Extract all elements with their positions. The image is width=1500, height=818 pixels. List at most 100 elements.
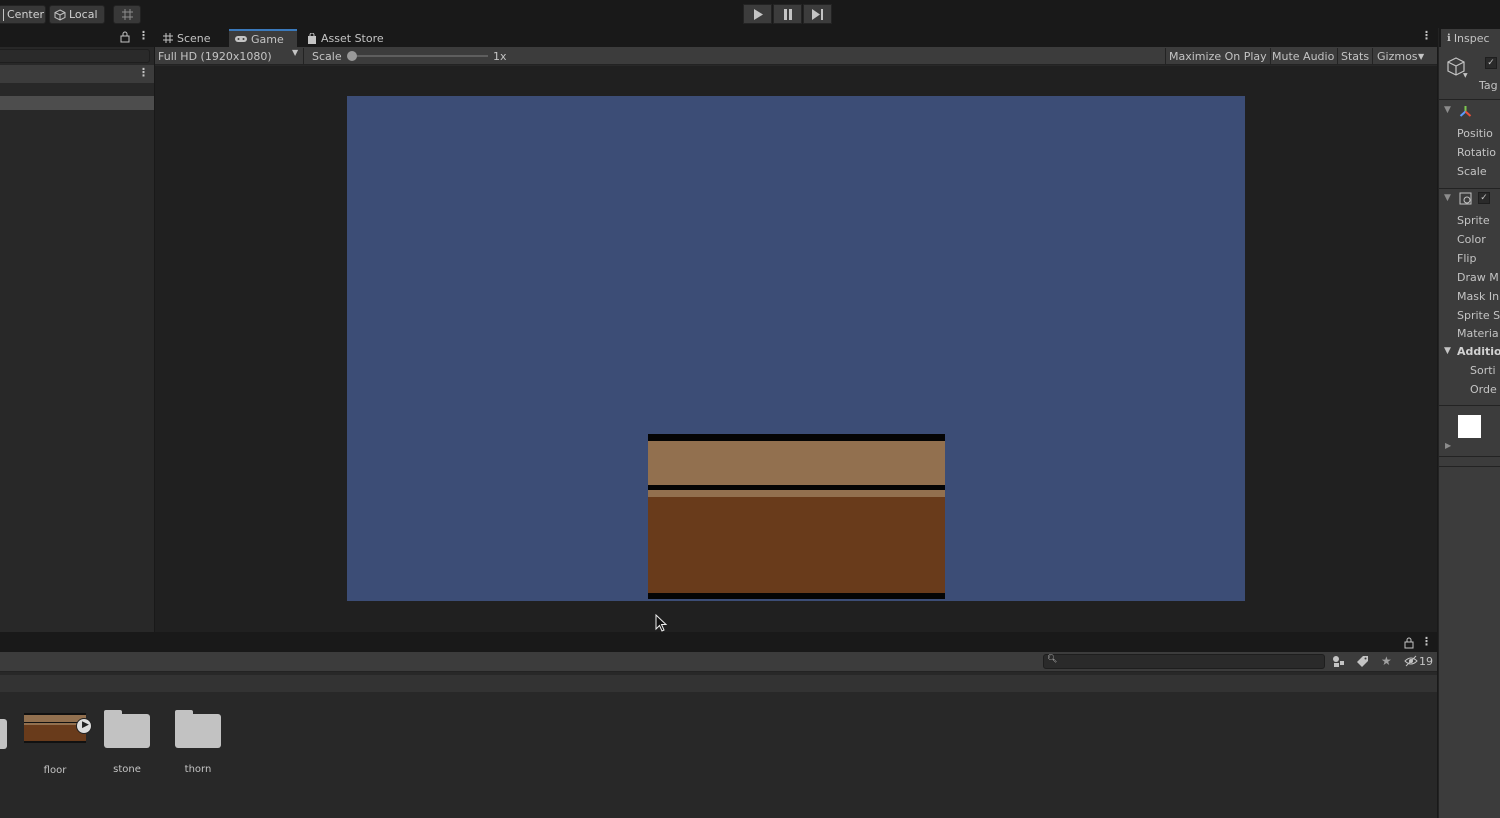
pivot-center-button[interactable]: Center xyxy=(0,5,46,24)
tab-inspector-label: Inspec xyxy=(1453,31,1490,45)
divider xyxy=(1439,188,1500,189)
hidden-eye-icon[interactable] xyxy=(1404,655,1418,667)
grid-snap-button[interactable] xyxy=(113,5,141,24)
tag-label: Tag xyxy=(1479,79,1498,92)
mouse-cursor-icon xyxy=(655,614,668,632)
asset-stone[interactable]: stone xyxy=(92,710,162,775)
partial-folder-icon[interactable] xyxy=(0,719,7,749)
chevron-down-icon: ▼ xyxy=(292,48,299,57)
divider xyxy=(1439,99,1500,100)
scene-header-row[interactable]: ⋮ xyxy=(0,65,154,83)
play-icon xyxy=(753,8,763,20)
tab-asset-store[interactable]: Asset Store xyxy=(301,29,390,47)
scale-slider-handle[interactable] xyxy=(347,51,357,61)
hierarchy-search-input[interactable] xyxy=(0,49,150,63)
flip-label: Flip xyxy=(1457,252,1477,265)
tab-scene[interactable]: Scene xyxy=(157,29,217,47)
mute-label: Mute Audio xyxy=(1272,49,1335,63)
gizmos-toggle[interactable]: Gizmos xyxy=(1374,48,1421,64)
rotation-label: Rotatio xyxy=(1457,146,1497,159)
project-lock-icon[interactable] xyxy=(1404,637,1414,649)
thumb-bottom-line xyxy=(24,741,86,743)
floor-top-border xyxy=(648,434,945,441)
project-kebab-menu-icon[interactable]: ⋮ xyxy=(1421,635,1432,648)
additional-settings-foldout-icon[interactable]: ▼ xyxy=(1444,346,1451,356)
gamepad-icon xyxy=(235,36,247,42)
step-icon xyxy=(812,8,823,20)
divider xyxy=(1439,466,1500,467)
game-window: Scene Game Asset Store ⋮ Full HD (1920x1… xyxy=(155,28,1437,632)
scene-menu-icon[interactable]: ⋮ xyxy=(138,66,149,79)
asset-floor[interactable]: ▶ floor xyxy=(20,710,92,776)
material-foldout-icon[interactable]: ▶ xyxy=(1445,441,1451,450)
favorite-star-icon[interactable]: ★ xyxy=(1381,654,1392,668)
resolution-dropdown[interactable]: Full HD (1920x1080) ▼ xyxy=(155,48,304,64)
project-search-input[interactable]: 🔍︎ xyxy=(1043,654,1325,669)
floor-top-plank xyxy=(648,441,945,485)
hierarchy-selected-row[interactable] xyxy=(0,96,154,110)
stats-toggle[interactable]: Stats xyxy=(1338,48,1374,64)
sprite-renderer-enabled-checkbox[interactable]: ✓ xyxy=(1478,192,1490,204)
sprite-renderer-foldout-icon[interactable]: ▼ xyxy=(1444,193,1451,203)
view-kebab-menu-icon[interactable]: ⋮ xyxy=(1421,29,1432,42)
gizmos-dropdown-icon[interactable]: ▼ xyxy=(1415,48,1427,64)
gizmos-label: Gizmos xyxy=(1377,49,1418,63)
tab-inspector[interactable]: ℹ Inspec xyxy=(1441,29,1500,47)
resolution-label: Full HD (1920x1080) xyxy=(158,49,272,63)
space-local-label: Local xyxy=(69,8,98,21)
active-checkbox[interactable]: ✓ xyxy=(1485,57,1497,69)
folder-icon xyxy=(175,710,221,748)
asset-thorn-label: thorn xyxy=(184,764,212,775)
info-icon: ℹ xyxy=(1447,32,1451,44)
floor-prefab-thumbnail: ▶ xyxy=(24,710,92,746)
floor-sprite xyxy=(648,434,945,601)
material-label: Materia xyxy=(1457,327,1499,340)
asset-thorn[interactable]: thorn xyxy=(163,710,233,775)
transform-foldout-icon[interactable]: ▼ xyxy=(1444,105,1451,115)
material-preview-swatch xyxy=(1458,415,1481,438)
search-by-type-icon[interactable] xyxy=(1332,655,1345,668)
prefab-expand-icon[interactable]: ▶ xyxy=(76,718,92,734)
color-label: Color xyxy=(1457,233,1486,246)
breadcrumb-bar xyxy=(0,675,1437,692)
asset-stone-label: stone xyxy=(113,764,141,775)
divider xyxy=(1439,405,1500,406)
maximize-label: Maximize On Play xyxy=(1169,49,1267,63)
project-panel: ⋮ 🔍︎ ★ 19 ▶ floor stone thorn xyxy=(0,633,1437,818)
floor-thin-plank xyxy=(648,490,945,497)
scale-value-text: 1x xyxy=(493,49,507,63)
pause-icon xyxy=(783,8,792,20)
space-local-button[interactable]: Local xyxy=(49,5,105,24)
step-button[interactable] xyxy=(803,4,832,24)
pause-button[interactable] xyxy=(773,4,802,24)
pivot-icon xyxy=(3,8,4,21)
game-render-canvas[interactable] xyxy=(347,96,1245,601)
game-viewport[interactable] xyxy=(155,66,1437,632)
scale-label-text: Scale xyxy=(312,49,342,63)
maximize-on-play-toggle[interactable]: Maximize On Play xyxy=(1165,48,1271,64)
floor-dark-body xyxy=(648,497,945,593)
lock-icon[interactable] xyxy=(120,31,130,43)
search-icon: 🔍︎ xyxy=(1047,654,1058,663)
folder-icon xyxy=(104,710,150,748)
main-toolbar: Center Local xyxy=(0,0,1500,28)
kebab-menu-icon[interactable]: ⋮ xyxy=(138,29,149,42)
additional-settings-label: Additio xyxy=(1457,345,1500,358)
hidden-count: 19 xyxy=(1419,655,1433,668)
inspector-panel: ℹ Inspec ▼ ✓ Tag ▼ Positio Rotatio Scale… xyxy=(1438,28,1500,818)
label-tag-icon[interactable] xyxy=(1356,655,1369,668)
sprite-renderer-icon xyxy=(1459,192,1472,205)
view-tab-bar: Scene Game Asset Store ⋮ xyxy=(155,28,1437,47)
sorting-layer-label: Sorti xyxy=(1470,364,1496,377)
scale-slider-track[interactable] xyxy=(348,55,488,57)
project-tab-bar: ⋮ xyxy=(0,634,1437,652)
tab-game[interactable]: Game xyxy=(229,29,297,47)
divider xyxy=(1439,456,1500,457)
stats-label: Stats xyxy=(1341,49,1370,63)
icon-dropdown-icon[interactable]: ▼ xyxy=(1463,72,1468,79)
mask-interaction-label: Mask In xyxy=(1457,290,1500,303)
transform-axis-icon xyxy=(1459,106,1472,117)
sprite-sort-point-label: Sprite S xyxy=(1457,309,1500,322)
mute-audio-toggle[interactable]: Mute Audio xyxy=(1269,48,1339,64)
play-button[interactable] xyxy=(743,4,772,24)
